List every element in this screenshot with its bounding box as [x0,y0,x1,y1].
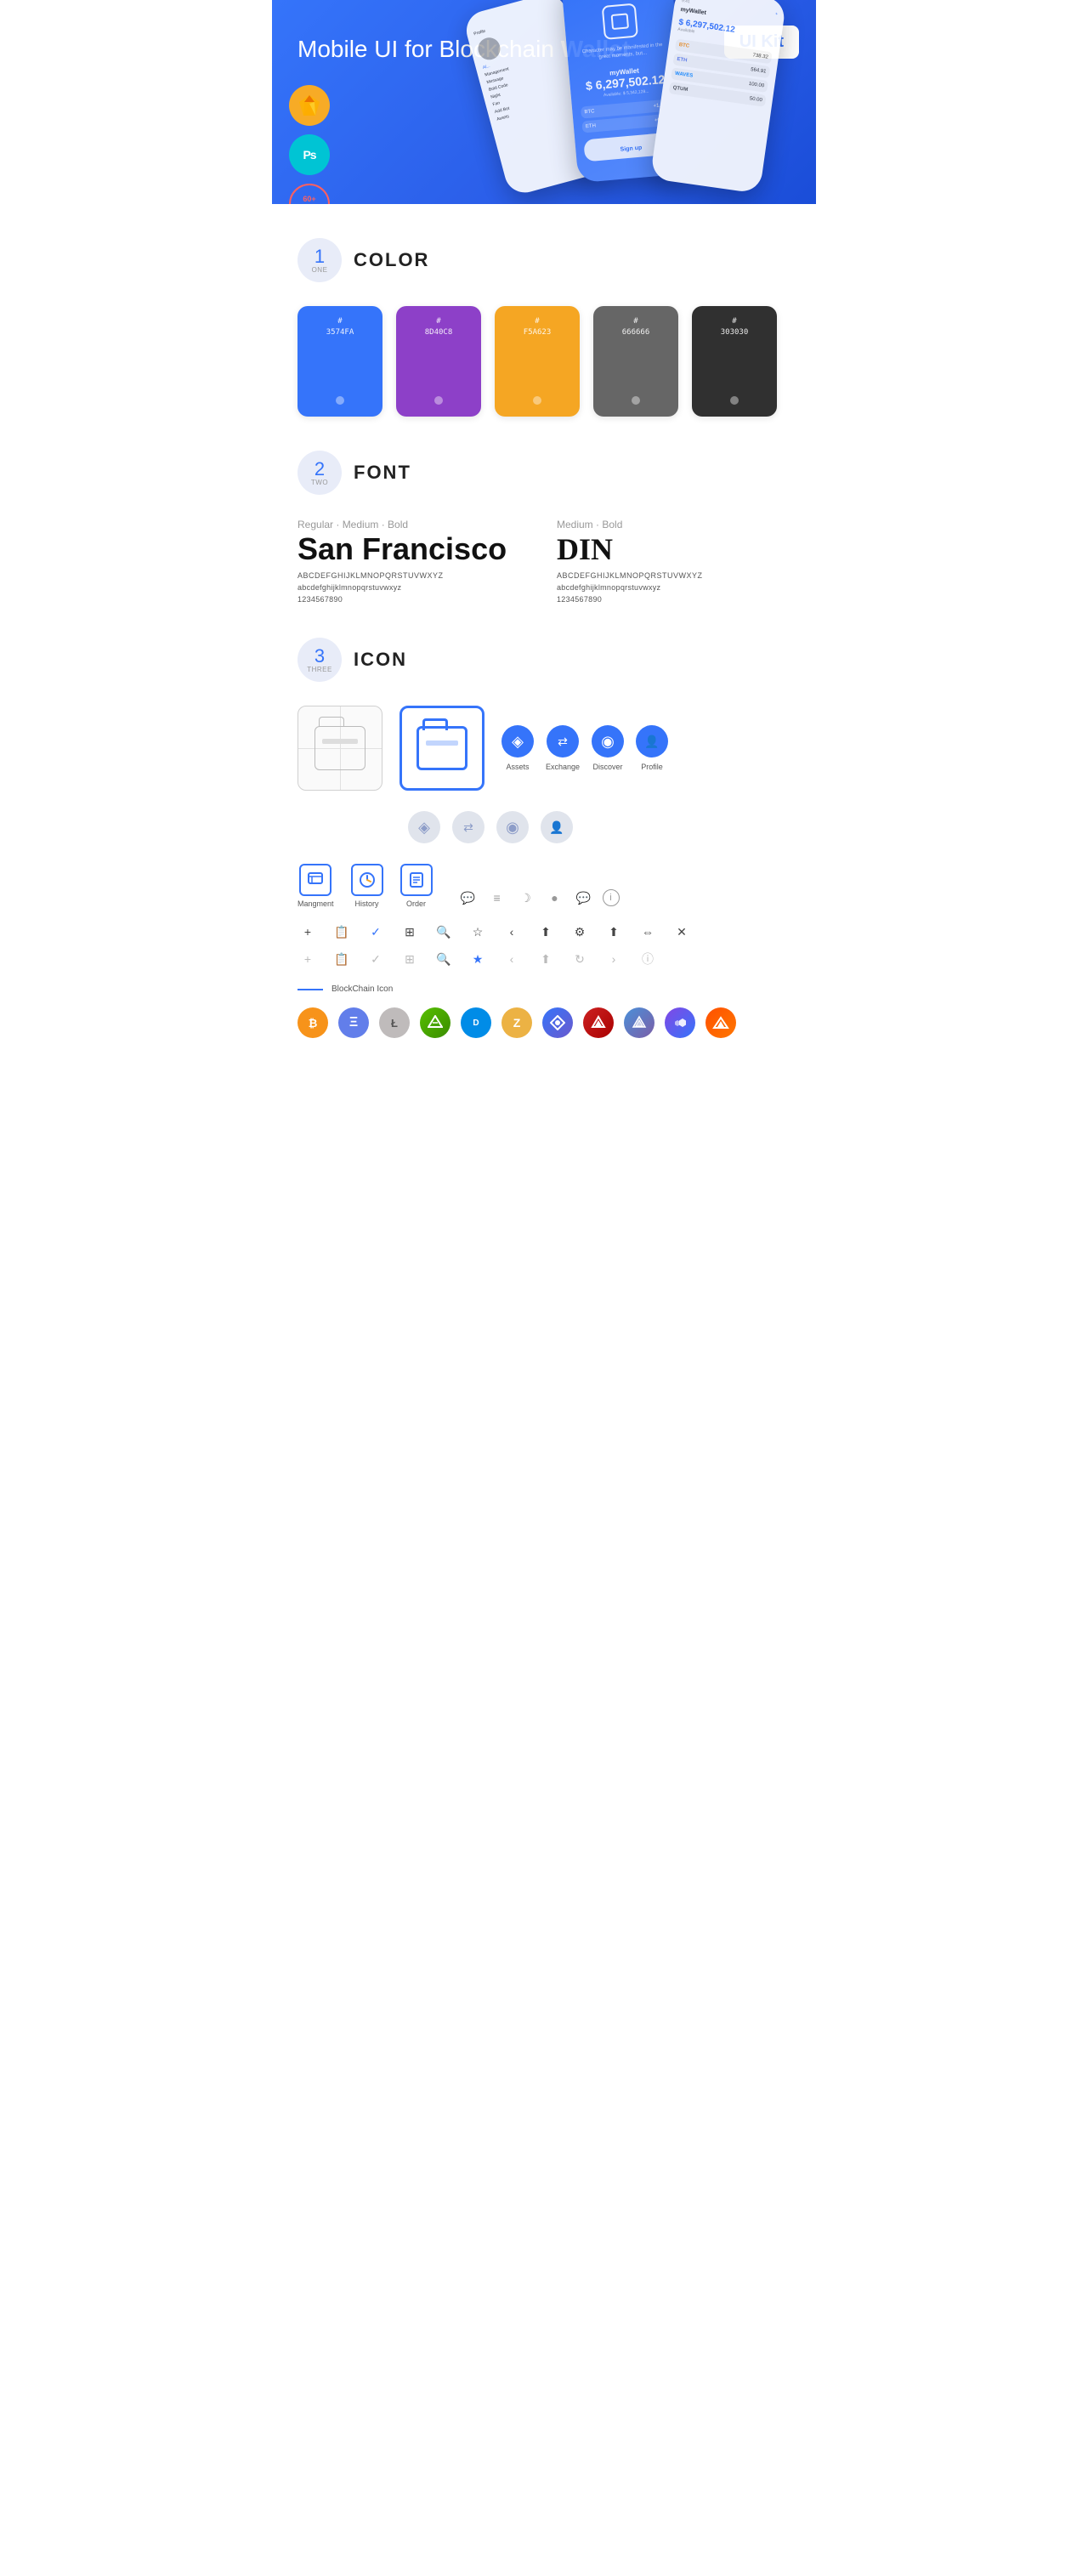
font-section: 2 TWO FONT Regular · Medium · Bold San F… [272,451,816,629]
circle-icon: ● [545,888,565,908]
trig-icon [624,1007,654,1038]
font-sf: Regular · Medium · Bold San Francisco AB… [298,519,531,604]
nav-icons-group: ◈ Assets ⇄ Exchange ◉ Discover 👤 Profile [502,725,668,771]
refresh-gray-icon: ↻ [570,949,590,969]
color-section-title: COLOR [354,249,429,271]
check-gray-icon: ✓ [366,949,386,969]
share-gray-icon: ⬆ [536,949,556,969]
close-icon: ✕ [672,922,692,942]
export-icon: ⬆ [604,922,624,942]
moon-icon: ☽ [516,888,536,908]
star-icon: ☆ [468,922,488,942]
gray-nav-icons-row: ◈ ⇄ ◉ 👤 [298,811,790,843]
font-din: Medium · Bold DIN ABCDEFGHIJKLMNOPQRSTUV… [557,519,790,604]
mgmt-icons-row: Mangment History Order [298,864,790,908]
divider-line [298,989,323,990]
plus-gray-icon: + [298,949,318,969]
swap-icon: ⇔ [638,922,658,942]
color-section: 1 ONE COLOR #3574FA #8D40C8 #F5A623 #666… [272,204,816,442]
bitcoin-icon: ₿ [298,1007,328,1038]
icon-section-header: 3 THREE ICON [298,638,790,682]
search-gray-icon: 🔍 [434,949,454,969]
star-filled-icon: ★ [468,949,488,969]
crypto-icons-row: ₿ Ξ Ł D Z [298,1007,790,1038]
speech-icon: 💬 [574,888,594,908]
sketch-badge [289,85,330,126]
phone-right: 9:41 + myWallet $ 6,297,502.12 Available… [650,0,787,194]
share-icon: ⬆ [536,922,556,942]
plus-icon: + [298,922,318,942]
bat-icon [706,1007,736,1038]
hero-phones: Profile Al... Management Message Bold Co… [476,51,816,204]
settings-icon: ⚙ [570,922,590,942]
blockchain-label: BlockChain Icon [332,984,393,994]
blockchain-divider: BlockChain Icon [298,984,790,994]
color-swatch-purple: #8D40C8 [396,306,481,417]
icon-section-number: 3 THREE [298,638,342,682]
color-swatch-gray: #666666 [593,306,678,417]
wireframe-wallet-icon [298,706,382,791]
qr-gray-icon: ⊞ [400,949,420,969]
misc-icons: 💬 ≡ ☽ ● 💬 i [458,888,620,908]
profile-nav-icon: 👤 Profile [636,725,668,771]
tool-icons-colored: + 📋 ✓ ⊞ 🔍 ☆ ‹ ⬆ ⚙ ⬆ ⇔ ✕ [298,922,790,942]
discover-nav-icon: ◉ Discover [592,725,624,771]
assets-gray-icon: ◈ [408,811,440,843]
font-section-number: 2 TWO [298,451,342,495]
discover-gray-icon: ◉ [496,811,529,843]
color-swatches: #3574FA #8D40C8 #F5A623 #666666 #303030 [298,306,790,417]
litecoin-icon: Ł [379,1007,410,1038]
comment-icon: 💬 [458,888,479,908]
neo-icon [420,1007,450,1038]
back-icon: ‹ [502,922,522,942]
exchange-gray-icon: ⇄ [452,811,484,843]
info-icon: i [603,889,620,906]
profile-gray-icon: 👤 [541,811,573,843]
back-gray-icon: ‹ [502,949,522,969]
management-icon: Mangment [298,864,334,908]
hero-badges: Ps 60+Screens [289,85,330,204]
search-icon: 🔍 [434,922,454,942]
large-icons-row: ◈ Assets ⇄ Exchange ◉ Discover 👤 Profile [298,706,790,791]
history-icon: History [351,864,383,908]
order-icon: Order [400,864,433,908]
check-icon: ✓ [366,922,386,942]
ps-badge: Ps [289,134,330,175]
icon-section: 3 THREE ICON ◈ [272,638,816,1064]
font-grid: Regular · Medium · Bold San Francisco AB… [298,519,790,604]
hero-section: Mobile UI for Blockchain Wallet UI Kit P… [272,0,816,204]
zcash-icon: Z [502,1007,532,1038]
dash-icon: D [461,1007,491,1038]
info-gray-icon: ⓘ [638,949,658,969]
tool-icons-gray: + 📋 ✓ ⊞ 🔍 ★ ‹ ⬆ ↻ › ⓘ [298,949,790,969]
list-edit-icon: 📋 [332,922,352,942]
font-section-title: FONT [354,462,411,484]
icon-section-title: ICON [354,649,407,671]
qr-icon: ⊞ [400,922,420,942]
screens-badge: 60+Screens [289,184,330,204]
layers-icon: ≡ [487,888,507,908]
color-swatch-dark: #303030 [692,306,777,417]
grid-icon [542,1007,573,1038]
color-section-number: 1 ONE [298,238,342,282]
blue-wallet-icon [400,706,484,791]
matic-icon [665,1007,695,1038]
exchange-nav-icon: ⇄ Exchange [546,725,580,771]
wireframe-wallet-body [314,726,366,770]
ark-icon [583,1007,614,1038]
color-swatch-orange: #F5A623 [495,306,580,417]
ethereum-icon: Ξ [338,1007,369,1038]
assets-nav-icon: ◈ Assets [502,725,534,771]
color-section-header: 1 ONE COLOR [298,238,790,282]
forward-gray-icon: › [604,949,624,969]
color-swatch-blue: #3574FA [298,306,382,417]
list-gray-icon: 📋 [332,949,352,969]
font-section-header: 2 TWO FONT [298,451,790,495]
